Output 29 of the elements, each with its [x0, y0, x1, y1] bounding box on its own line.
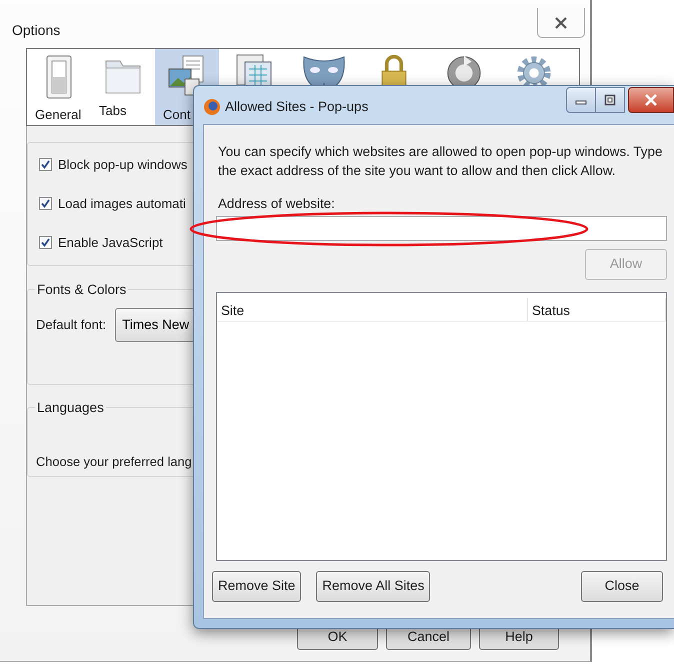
maximize-button[interactable] — [596, 87, 625, 113]
checkbox[interactable] — [39, 236, 52, 249]
checkbox[interactable] — [39, 158, 52, 171]
field-label: Default font: — [36, 316, 106, 334]
minimize-button[interactable] — [566, 87, 596, 113]
checkbox-label: Load images automati — [58, 194, 186, 213]
maximize-icon — [604, 94, 616, 106]
dialog-button[interactable]: Close — [581, 571, 663, 602]
close-icon — [554, 16, 568, 28]
close-button[interactable] — [628, 87, 674, 113]
field-label: Address of website: — [218, 195, 336, 213]
toolbar-tab[interactable]: Tabs — [91, 49, 155, 125]
description-text: You can specify which websites are allowed to open pop-up windows. Type the exact address of the site you want to allow and then click Allow. — [218, 143, 663, 180]
checkbox-label: Block pop-up windows — [58, 156, 188, 174]
close-button[interactable] — [537, 8, 585, 38]
column-header[interactable]: Site — [217, 298, 528, 322]
dialog-button[interactable]: Remove All Sites — [316, 571, 430, 602]
switch-icon — [44, 55, 74, 99]
column-header[interactable]: Status — [528, 298, 666, 322]
dialog-button[interactable]: Remove Site — [212, 571, 302, 602]
app-icon — [203, 98, 221, 116]
close-icon — [644, 94, 658, 106]
languages-text: Choose your preferred lang — [36, 453, 192, 471]
checkbox[interactable] — [39, 197, 52, 210]
window-title: Options — [12, 21, 60, 40]
address-field[interactable] — [216, 216, 667, 242]
toolbar-tab[interactable]: General — [27, 49, 91, 125]
window-title: Allowed Sites - Pop-ups — [225, 98, 368, 116]
checkbox-label: Enable JavaScript — [58, 234, 163, 252]
